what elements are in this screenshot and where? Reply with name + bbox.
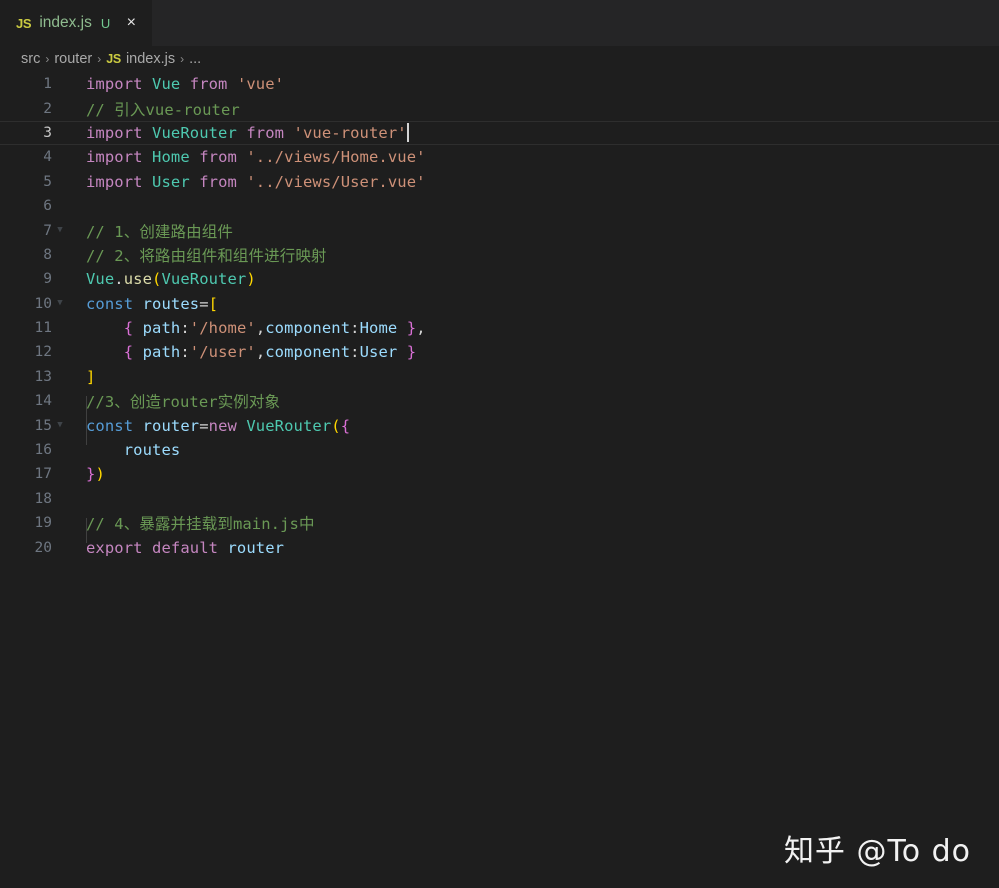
- breadcrumb-item-router[interactable]: router: [54, 51, 92, 67]
- code-line[interactable]: 16 routes: [0, 438, 999, 462]
- breadcrumb-item-src[interactable]: src: [21, 51, 40, 67]
- code-line[interactable]: 20 export default router: [0, 535, 999, 559]
- code-line[interactable]: 10 ▼ const routes=[: [0, 292, 999, 316]
- line-number: 13: [34, 368, 52, 385]
- breadcrumb-item-symbol-overflow[interactable]: ...: [189, 51, 201, 67]
- vscode-window: JS index.js U × src › router › JS index.…: [0, 0, 999, 888]
- git-status-badge: U: [100, 15, 111, 31]
- line-number: 14: [34, 393, 52, 410]
- line-number: 4: [43, 149, 52, 166]
- code-line-text: Vue.use(VueRouter): [86, 270, 256, 289]
- code-line[interactable]: 7 ▼ // 1、创建路由组件: [0, 218, 999, 242]
- code-line[interactable]: 2 // 引入vue-router: [0, 96, 999, 120]
- line-number: 1: [43, 76, 52, 93]
- line-number: 5: [43, 173, 52, 190]
- code-line[interactable]: 18: [0, 487, 999, 511]
- code-line[interactable]: 6: [0, 194, 999, 218]
- chevron-right-icon: ›: [97, 52, 102, 66]
- line-number: 11: [34, 320, 52, 337]
- editor-tab-index-js[interactable]: JS index.js U ×: [0, 0, 153, 46]
- code-line[interactable]: 19 // 4、暴露并挂载到main.js中: [0, 511, 999, 535]
- code-line[interactable]: 4 import Home from '../views/Home.vue': [0, 145, 999, 169]
- close-icon[interactable]: ×: [122, 15, 140, 31]
- code-line-text: import VueRouter from 'vue-router': [86, 123, 409, 143]
- code-line-text: const router=new VueRouter({: [86, 416, 351, 435]
- code-line-active[interactable]: 3 import VueRouter from 'vue-router': [0, 120, 999, 146]
- line-number: 15: [34, 417, 52, 434]
- tab-label: index.js: [39, 14, 92, 31]
- tab-bar-empty-space: [152, 0, 999, 46]
- text-cursor: [406, 123, 409, 143]
- line-number: 7: [43, 222, 52, 239]
- line-number: 16: [34, 442, 52, 459]
- line-number: 10: [34, 295, 52, 312]
- line-number: 12: [34, 344, 52, 361]
- breadcrumb: src › router › JS index.js › ...: [0, 46, 999, 72]
- line-number: 9: [43, 271, 52, 288]
- code-line-text: { path:'/user',component:User }: [123, 343, 417, 362]
- js-file-icon: JS: [106, 52, 121, 66]
- line-number: 6: [43, 198, 52, 215]
- code-line[interactable]: 1 import Vue from 'vue': [0, 72, 999, 96]
- watermark: 知乎 @To do: [783, 834, 971, 869]
- code-line[interactable]: 8 // 2、将路由组件和组件进行映射: [0, 243, 999, 267]
- code-line-text: import User from '../views/User.vue': [86, 172, 426, 191]
- editor-tab-bar: JS index.js U ×: [0, 0, 999, 46]
- code-line[interactable]: 11 { path:'/home',component:Home },: [0, 316, 999, 340]
- chevron-right-icon: ›: [180, 52, 185, 66]
- code-line-text: // 1、创建路由组件: [86, 222, 233, 241]
- code-line-text: import Vue from 'vue': [86, 75, 285, 94]
- code-line[interactable]: 13 ]: [0, 365, 999, 389]
- fold-indicator[interactable]: ▼: [52, 421, 68, 430]
- code-line[interactable]: 9 Vue.use(VueRouter): [0, 267, 999, 291]
- code-line[interactable]: 12 { path:'/user',component:User }: [0, 340, 999, 364]
- code-line[interactable]: 17 }): [0, 462, 999, 486]
- line-number: 17: [34, 466, 52, 483]
- code-line-text: }): [86, 465, 105, 484]
- code-line-text: routes: [123, 441, 181, 460]
- code-line-text: { path:'/home',component:Home },: [123, 319, 426, 338]
- code-line-text: //3、创造router实例对象: [86, 393, 281, 412]
- line-number: 18: [34, 490, 52, 507]
- code-line-text: export default router: [86, 538, 285, 557]
- line-number: 19: [34, 515, 52, 532]
- breadcrumb-item-file[interactable]: index.js: [126, 51, 175, 67]
- line-number: 2: [43, 100, 52, 117]
- fold-indicator[interactable]: ▼: [52, 226, 68, 235]
- code-line[interactable]: 14 //3、创造router实例对象: [0, 389, 999, 413]
- code-line-text: // 2、将路由组件和组件进行映射: [86, 246, 327, 265]
- line-number: 20: [34, 539, 52, 556]
- line-number: 3: [43, 124, 52, 141]
- code-line[interactable]: 5 import User from '../views/User.vue': [0, 170, 999, 194]
- code-line[interactable]: 15 ▼ const router=new VueRouter({: [0, 413, 999, 437]
- code-line-text: const routes=[: [86, 294, 219, 313]
- line-number: 8: [43, 246, 52, 263]
- js-file-icon: JS: [16, 15, 32, 31]
- fold-indicator[interactable]: ▼: [52, 299, 68, 308]
- code-line-text: import Home from '../views/Home.vue': [86, 148, 426, 167]
- code-line-text: // 引入vue-router: [86, 100, 240, 119]
- code-line-text: ]: [86, 367, 96, 386]
- code-line-text: // 4、暴露并挂载到main.js中: [86, 515, 315, 534]
- chevron-right-icon: ›: [45, 52, 50, 66]
- code-editor[interactable]: 1 import Vue from 'vue' 2 // 引入vue-route…: [0, 72, 999, 888]
